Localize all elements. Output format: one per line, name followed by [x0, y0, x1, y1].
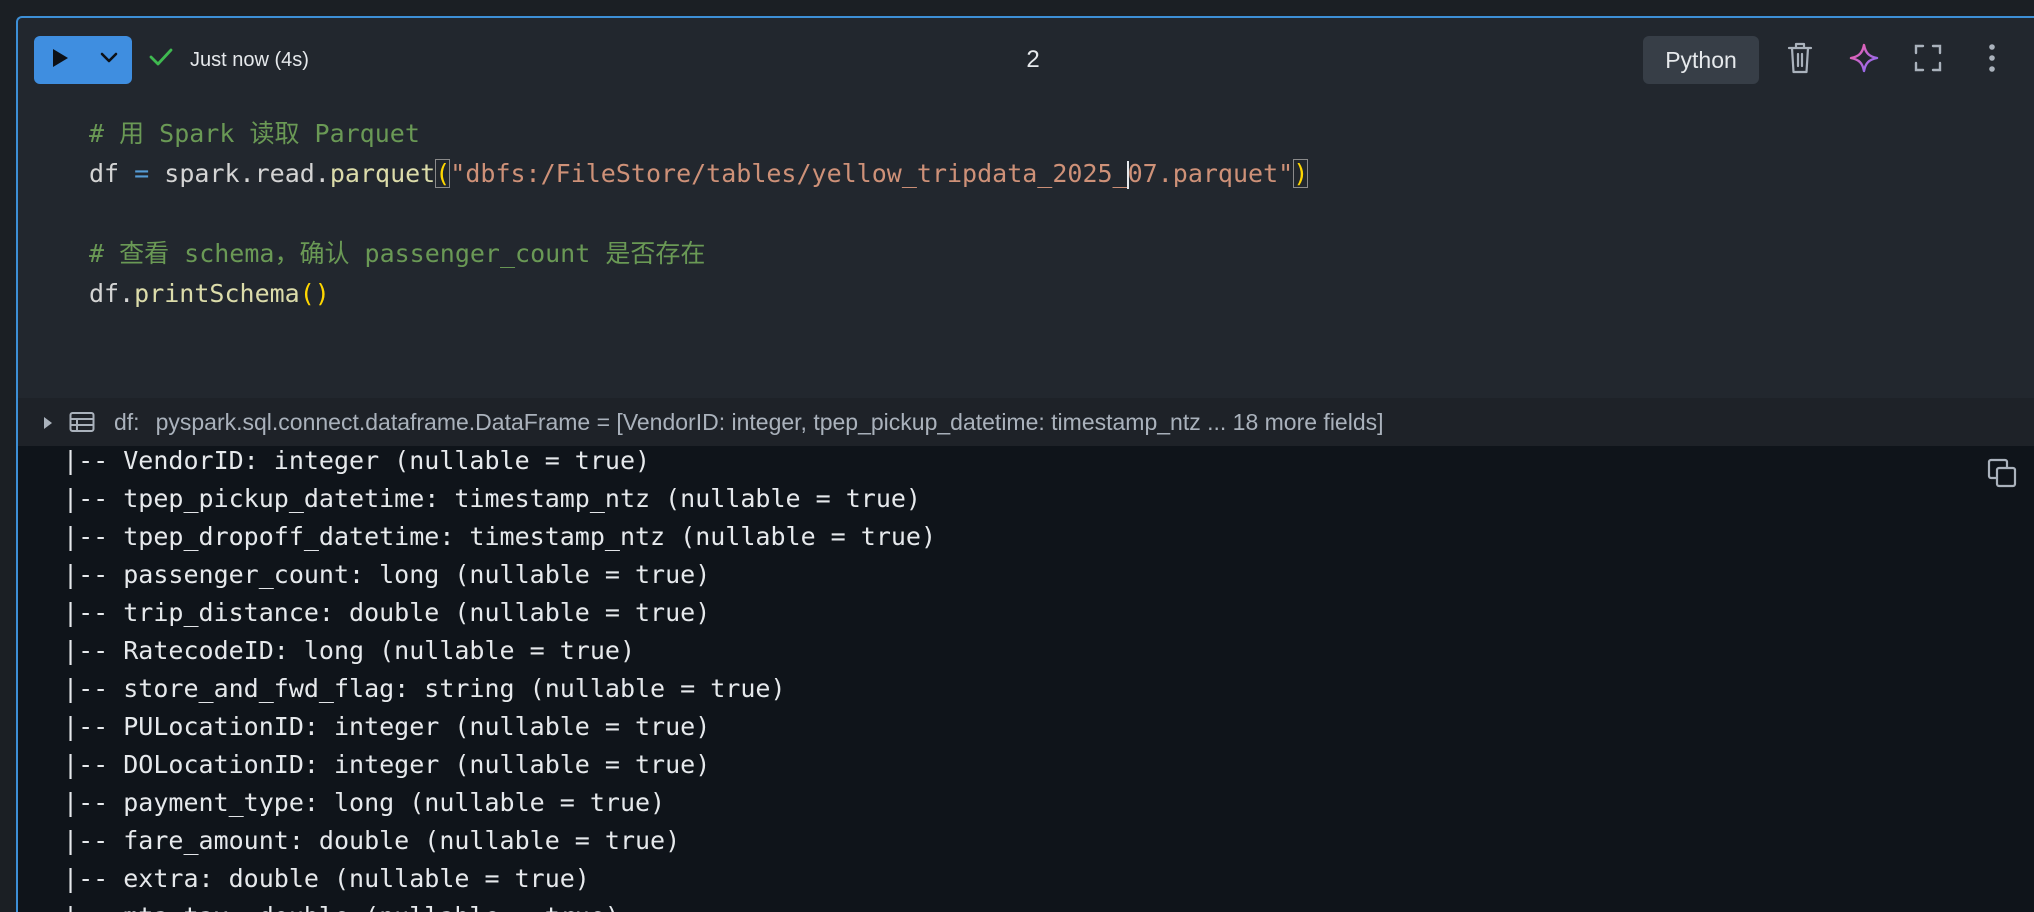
fullscreen-button[interactable] [1908, 40, 1948, 80]
code-token-close-paren: ) [1293, 159, 1309, 188]
schema-output-line: |-- payment_type: long (nullable = true) [48, 788, 666, 817]
dataframe-name: df: [114, 408, 140, 435]
schema-output-line: |-- VendorID: integer (nullable = true) [48, 446, 651, 475]
code-token-string-end: 07.parquet" [1127, 159, 1294, 188]
code-token-string-start: "dbfs:/FileStore/tables/yellow_tripdata_… [450, 159, 1128, 188]
run-cell-button[interactable] [34, 36, 86, 84]
code-token-open-paren: ( [435, 159, 451, 188]
code-editor[interactable]: # 用 Spark 读取 Parquet df = spark.read.par… [18, 98, 2034, 398]
status-text: Just now (4s) [190, 48, 309, 71]
schema-output-line: |-- passenger_count: long (nullable = tr… [48, 560, 711, 589]
code-token-parens: () [299, 279, 330, 308]
expand-dataframe-toggle[interactable] [38, 407, 58, 437]
notebook-cell[interactable]: Just now (4s) 2 Python # 用 Spark 读取 Parq… [16, 16, 2034, 912]
code-token-object: spark.read. [164, 159, 330, 188]
dataframe-info-bar: df: pyspark.sql.connect.dataframe.DataFr… [18, 398, 2034, 446]
play-icon [51, 48, 69, 73]
chevron-down-icon [100, 51, 118, 69]
code-line-read-parquet: df = spark.read.parquet("dbfs:/FileStore… [89, 156, 1309, 192]
code-line-print-schema: df.printSchema() [89, 276, 330, 312]
cell-output: |-- VendorID: integer (nullable = true) … [18, 446, 2034, 912]
expand-icon [1913, 43, 1943, 78]
copy-output-button[interactable] [1984, 458, 2020, 494]
code-token-var: df [89, 159, 120, 188]
schema-output-line: |-- trip_distance: double (nullable = tr… [48, 598, 711, 627]
triangle-right-icon [43, 409, 53, 436]
schema-output-line: |-- RatecodeID: long (nullable = true) [48, 636, 635, 665]
more-options-button[interactable] [1972, 40, 2012, 80]
assistant-button[interactable] [1844, 40, 1884, 80]
code-comment-line: # 用 Spark 读取 Parquet [89, 119, 420, 148]
copy-icon [1987, 458, 2017, 494]
delete-cell-button[interactable] [1780, 40, 1820, 80]
schema-output-line: |-- tpep_dropoff_datetime: timestamp_ntz… [48, 522, 937, 551]
schema-output-line: |-- store_and_fwd_flag: string (nullable… [48, 674, 786, 703]
schema-output-line: |-- DOLocationID: integer (nullable = tr… [48, 750, 711, 779]
schema-output-line: |-- mta_tax: double (nullable = true) [48, 898, 620, 912]
cell-number: 2 [1026, 46, 1040, 73]
schema-output-line: |-- tpep_pickup_datetime: timestamp_ntz … [48, 484, 921, 513]
schema-output-line: |-- fare_amount: double (nullable = true… [48, 826, 681, 855]
kebab-menu-icon [1987, 43, 1997, 78]
checkmark-icon [148, 46, 174, 74]
code-comment-line: # 查看 schema，确认 passenger_count 是否存在 [89, 239, 706, 268]
code-token-function: printSchema [134, 279, 300, 308]
code-token-function: parquet [329, 159, 436, 188]
code-token-operator: = [134, 159, 150, 188]
execution-status: Just now (4s) [148, 42, 309, 78]
dataframe-type-info: pyspark.sql.connect.dataframe.DataFrame … [155, 408, 1384, 435]
run-button-group [34, 36, 132, 84]
table-icon [68, 407, 96, 437]
sparkle-icon [1848, 42, 1880, 79]
schema-output-line: |-- PULocationID: integer (nullable = tr… [48, 712, 711, 741]
run-options-dropdown[interactable] [86, 36, 132, 84]
trash-icon [1785, 41, 1815, 80]
code-token-object: df. [89, 279, 135, 308]
language-selector[interactable]: Python [1643, 36, 1759, 84]
schema-output-line: |-- extra: double (nullable = true) [48, 864, 590, 893]
cell-toolbar: Just now (4s) 2 Python [18, 18, 2034, 98]
